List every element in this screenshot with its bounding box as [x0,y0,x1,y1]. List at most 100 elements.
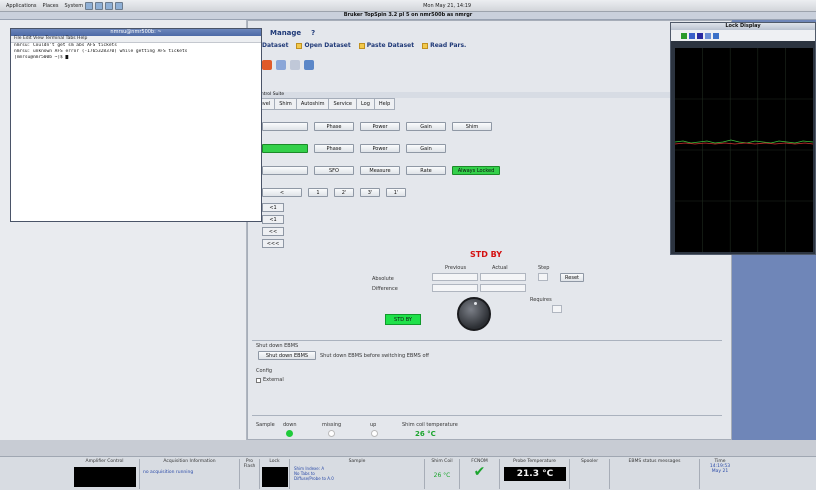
arrow-button[interactable]: <1 [262,203,284,212]
tab-log[interactable]: Log [355,98,375,110]
system-menu[interactable]: System [64,3,83,9]
button-row-4: < 1 2' 3' 1' [262,188,406,197]
tab-service[interactable]: Service [328,98,357,110]
shim-coil-status-temp: 26 °C [433,472,451,479]
up-label: up [370,422,377,428]
help-icon[interactable]: ? [311,29,315,37]
lock-mini-display [262,467,288,487]
time-panel: Time 14:19:53 May 21 [700,459,740,489]
tab-help[interactable]: Help [373,98,396,110]
gain-button[interactable]: Gain [406,122,446,131]
shim-coil-label: Shim coil temperature [402,422,458,428]
external-label: External [263,377,284,383]
always-locked-button[interactable]: Always Locked [452,166,500,175]
read-pars-button[interactable]: Read Pars. [422,42,466,49]
status-button[interactable] [262,144,308,153]
config-label: Config [256,368,273,374]
paste-dataset-button[interactable]: Paste Dataset [358,42,414,49]
toolbar [262,60,314,70]
menu-bar: Manage ? [250,26,670,40]
stdby-button[interactable]: STD BY [385,314,421,325]
step-field[interactable] [538,273,548,281]
tool-icon[interactable] [697,32,703,39]
check-icon: ✔ [473,464,486,480]
terminal-menu[interactable]: File Edit View Terminal Tabs Help [11,36,261,43]
reset-button[interactable]: Reset [560,273,584,282]
requires-label: Requires [530,297,552,303]
ebms-panel: EBMS status messages [610,459,700,489]
terminal-line[interactable]: [nmrsu@nmr500b ~]$ █ [11,55,261,61]
step-button[interactable]: 1' [386,188,406,197]
power-button[interactable]: Power [360,122,400,131]
stdby-title: STD BY [470,250,503,259]
tool-icon[interactable] [290,60,300,70]
launcher-icon[interactable] [85,1,94,10]
open-dataset-button[interactable]: Open Dataset [296,42,351,49]
shim-button[interactable]: Shim [452,122,492,131]
actual-label: Actual [492,265,508,271]
lock-knob[interactable] [457,297,491,331]
sample-panel: Sample Shim Indexe: A No Tabs to Diffuse… [290,459,425,489]
tab-shim[interactable]: Shim [274,98,297,110]
arrow-button[interactable]: <<< [262,239,284,248]
launcher-icon[interactable] [95,1,104,10]
launcher-icon[interactable] [105,1,114,10]
places-menu[interactable]: Places [43,3,59,9]
terminal-window[interactable]: nmrsu@nmr500b: ~ File Edit View Terminal… [10,28,262,222]
clock[interactable]: Mon May 21, 14:19 [423,3,471,9]
applications-menu[interactable]: Applications [6,3,37,9]
ebms-label: EBMS status messages [628,459,681,464]
button-row-1: Phase Power Gain Shim [262,122,492,131]
requires-field[interactable] [552,305,562,313]
shim-coil-panel: Shim Coil 26 °C [425,459,460,489]
down-label: down [283,422,297,428]
arrow-button[interactable]: <1 [262,215,284,224]
tab-bar: Level Shim Autoshim Service Log Help [252,98,692,110]
amplifier-display [74,467,136,487]
sfo-button[interactable]: SFO [314,166,354,175]
home-icon[interactable] [304,60,314,70]
acquisition-info-panel: Acquisition Information no acquisition r… [140,459,240,489]
step-button[interactable]: < [262,188,302,197]
rate-button[interactable]: Rate [406,166,446,175]
phase-button[interactable]: Phase [314,144,354,153]
paste-icon [358,42,365,49]
external-checkbox[interactable] [256,377,261,383]
step-button[interactable]: 3' [360,188,380,197]
amplifier-control-label: Amplifier Control [85,459,124,464]
shutdown-ebms-button[interactable]: Shut down EBMS [258,351,316,360]
missing-label: missing [322,422,342,428]
sample-status-text: Shim Indexe: A No Tabs to Diffuse/Probe … [294,466,334,481]
tool-icon[interactable] [276,60,286,70]
main-window [247,20,732,440]
gain-button[interactable]: Gain [406,144,446,153]
button-row-3: SFO Measure Rate Always Locked [262,166,500,175]
tool-icon[interactable] [262,60,272,70]
lock-display-title[interactable]: Lock Display [671,23,815,30]
tab-autoshim[interactable]: Autoshim [295,98,330,110]
lock-display-window[interactable]: Lock Display [670,22,816,255]
tool-icon[interactable] [713,32,719,39]
difference-label: Difference [372,286,398,292]
launcher-icon[interactable] [115,1,124,10]
terminal-title[interactable]: nmrsu@nmr500b: ~ [11,29,261,36]
manage-menu[interactable]: Manage [270,29,301,37]
step-button[interactable]: 2' [334,188,354,197]
phase-button[interactable]: Phase [314,122,354,131]
lock-plot [675,48,813,252]
step-button[interactable]: 1 [308,188,328,197]
tool-icon[interactable] [705,32,711,39]
tool-icon[interactable] [681,32,687,39]
power-button[interactable]: Power [360,144,400,153]
spooler-label: Spooler [580,459,599,464]
tool-icon[interactable] [689,32,695,39]
row3-button[interactable] [262,166,308,175]
actual-absolute-field [480,273,526,281]
measure-button[interactable]: Measure [360,166,400,175]
row1-button[interactable] [262,122,308,131]
arrow-button[interactable]: << [262,227,284,236]
lock-label: Lock [269,459,280,464]
dataset-label: Dataset [262,42,289,49]
divider [252,415,722,416]
down-indicator [286,430,293,437]
